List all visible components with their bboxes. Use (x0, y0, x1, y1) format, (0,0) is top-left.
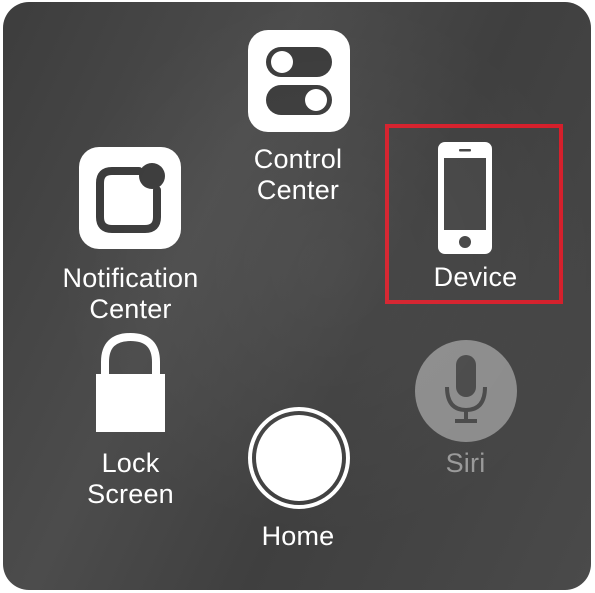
home-button[interactable]: Home (228, 407, 368, 557)
home-circle-icon (248, 407, 350, 509)
home-label: Home (261, 521, 335, 551)
microphone-icon (415, 340, 517, 442)
device-button[interactable]: Device (388, 124, 563, 304)
lock-screen-button[interactable]: Lock Screen (48, 332, 213, 512)
notification-center-button[interactable]: Notification Center (48, 147, 213, 332)
control-center-label: Control Center (253, 144, 343, 205)
siri-label: Siri (445, 448, 486, 478)
device-label: Device (433, 262, 518, 292)
toggles-icon (248, 30, 350, 132)
padlock-icon (93, 332, 168, 432)
notification-badge-icon (79, 147, 181, 249)
iphone-icon (437, 141, 493, 255)
notification-center-label: Notification Center (62, 263, 199, 324)
siri-button[interactable]: Siri (398, 340, 533, 480)
assistive-touch-menu: Control Center Notification Center Devic… (3, 2, 591, 590)
control-center-button[interactable]: Control Center (223, 30, 373, 215)
lock-screen-label: Lock Screen (87, 448, 174, 509)
